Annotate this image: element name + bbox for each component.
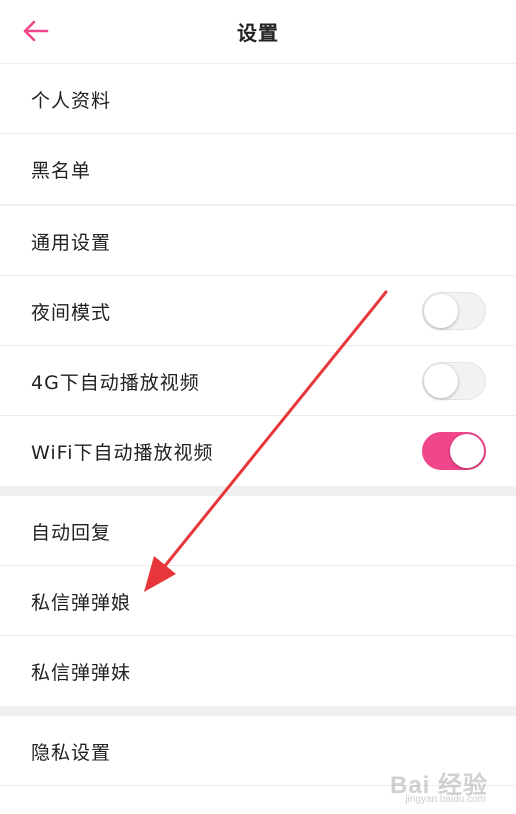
back-button[interactable]: [20, 16, 50, 46]
settings-item-label: 4G下自动播放视频: [31, 371, 200, 394]
page-title: 设置: [237, 21, 279, 45]
settings-item-label: 个人资料: [31, 89, 112, 112]
settings-item-label: WiFi下自动播放视频: [31, 441, 214, 464]
settings-page: 设置 个人资料 黑名单 通用设置 夜间模式 4G下自动播放视频 WiFi下自动播…: [0, 0, 516, 814]
settings-item-4g-autoplay: 4G下自动播放视频: [0, 346, 516, 416]
settings-item-label: 夜间模式: [31, 301, 112, 324]
settings-item-label: 私信弹弹妹: [31, 661, 132, 684]
settings-item-general[interactable]: 通用设置: [0, 206, 516, 276]
toggle-knob: [424, 294, 458, 328]
toggle-knob: [424, 364, 458, 398]
settings-item-danmaku-niang[interactable]: 私信弹弹娘: [0, 566, 516, 636]
watermark-url: jingyan.baidu.com: [405, 794, 486, 805]
arrow-left-icon: [23, 20, 49, 42]
settings-item-danmaku-mei[interactable]: 私信弹弹妹: [0, 636, 516, 706]
settings-item-label: 私信弹弹娘: [31, 591, 132, 614]
4g-autoplay-toggle[interactable]: [422, 362, 486, 400]
settings-item-blacklist[interactable]: 黑名单: [0, 134, 516, 204]
wifi-autoplay-toggle[interactable]: [422, 432, 486, 470]
settings-item-label: 黑名单: [31, 159, 92, 182]
settings-item-auto-reply[interactable]: 自动回复: [0, 496, 516, 566]
toggle-knob: [450, 434, 484, 468]
top-bar: 设置: [0, 0, 516, 64]
night-mode-toggle[interactable]: [422, 292, 486, 330]
section-divider: [0, 486, 516, 496]
settings-item-label: 通用设置: [31, 231, 112, 254]
settings-item-night-mode: 夜间模式: [0, 276, 516, 346]
settings-item-label: 自动回复: [31, 521, 112, 544]
settings-item-wifi-autoplay: WiFi下自动播放视频: [0, 416, 516, 486]
settings-item-label: 隐私设置: [31, 741, 112, 764]
section-divider: [0, 706, 516, 716]
settings-item-profile[interactable]: 个人资料: [0, 64, 516, 134]
